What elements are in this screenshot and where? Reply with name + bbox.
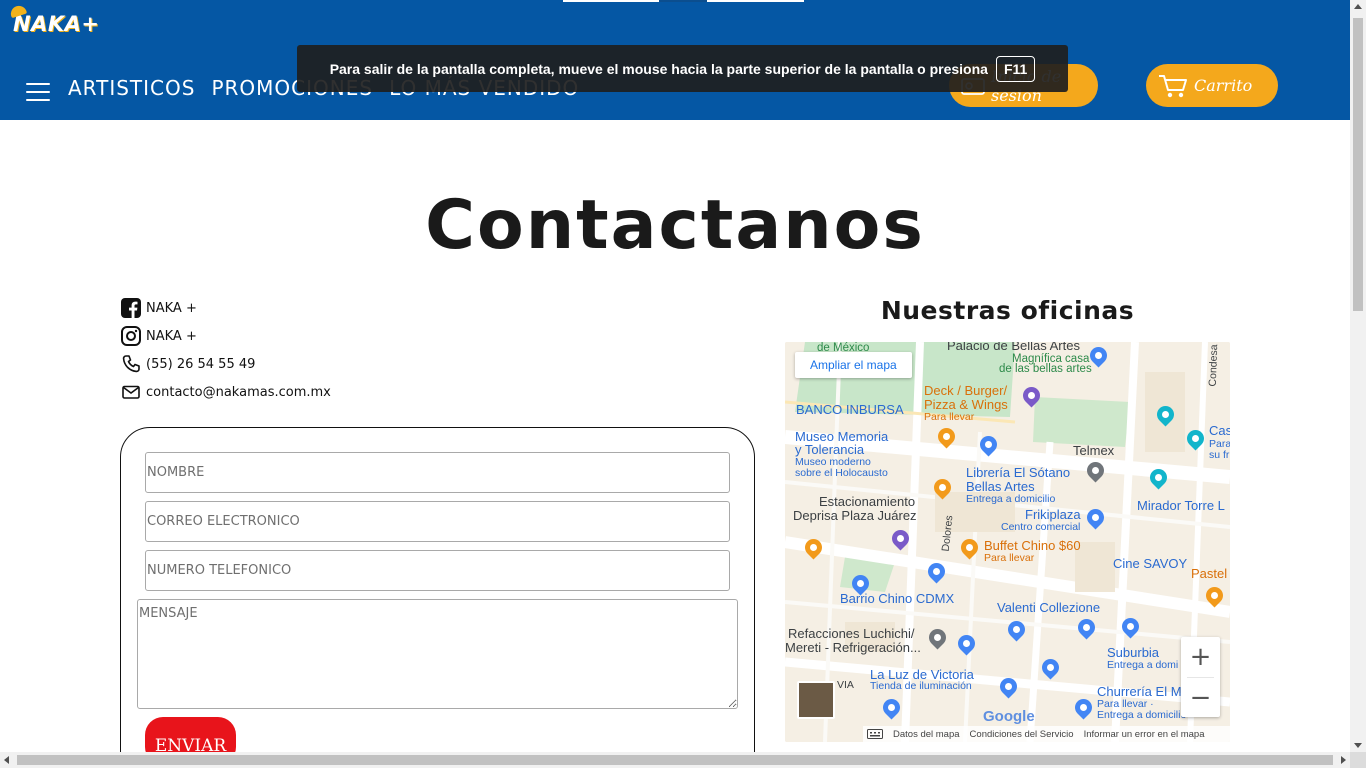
- phone-icon: [122, 355, 140, 373]
- message-textarea[interactable]: [137, 599, 738, 709]
- map-terms-link[interactable]: Condiciones del Servicio: [970, 729, 1074, 740]
- cart-button[interactable]: Carrito: [1146, 64, 1278, 107]
- name-input[interactable]: [145, 452, 730, 493]
- streetview-thumbnail[interactable]: [797, 681, 835, 719]
- horizontal-scroll-thumb[interactable]: [17, 755, 1333, 765]
- map-label: Telmex: [1073, 443, 1115, 458]
- map-label: Refacciones Luchichi/: [788, 626, 915, 641]
- facebook-icon: [121, 298, 141, 318]
- map-label: Cine SAVOY: [1113, 556, 1188, 571]
- contact-phone-text: (55) 26 54 55 49: [146, 356, 256, 372]
- map-label: Para llevar: [924, 411, 975, 423]
- map-label: Librería El Sótano: [966, 465, 1071, 480]
- expand-map-button[interactable]: Ampliar el mapa: [795, 352, 912, 378]
- instagram-icon: [121, 326, 141, 346]
- map-label: y Tolerancia: [795, 442, 865, 457]
- map-report-link[interactable]: Informar un error en el mapa: [1084, 729, 1205, 740]
- contact-phone[interactable]: (55) 26 54 55 49: [121, 350, 331, 378]
- contact-list: NAKA + NAKA + (55) 26 54 55 49 contacto@…: [121, 294, 331, 406]
- map-label: Valenti Collezione: [997, 600, 1101, 615]
- vertical-scrollbar[interactable]: [1350, 0, 1366, 752]
- contact-form: ENVIAR: [120, 427, 755, 768]
- scroll-down-icon[interactable]: [1354, 743, 1362, 748]
- map-zoom-control: + −: [1181, 637, 1220, 717]
- map-footer: Datos del mapa Condiciones del Servicio …: [863, 726, 1230, 742]
- office-map[interactable]: Ampliar el mapa de México Palacio de Bel…: [785, 342, 1230, 742]
- map-data-link[interactable]: Datos del mapa: [893, 729, 960, 740]
- horizontal-scrollbar[interactable]: [0, 752, 1350, 768]
- contact-instagram-text: NAKA +: [146, 328, 197, 344]
- page: NAKA+ ARTISTICOS PROMOCIONES LO MÁS VEND…: [0, 0, 1366, 768]
- map-label: Mereti - Refrigeración...: [785, 640, 921, 655]
- vertical-scroll-thumb[interactable]: [1353, 18, 1363, 311]
- map-label: de las bellas artes: [999, 363, 1092, 375]
- nav-artisticos[interactable]: ARTISTICOS: [68, 76, 195, 100]
- map-label: Bellas Artes: [966, 479, 1035, 494]
- contact-email[interactable]: contacto@nakamas.com.mx: [121, 378, 331, 406]
- map-label: Churrería El Mo: [1097, 684, 1189, 699]
- email-input[interactable]: [145, 501, 730, 542]
- keyboard-icon[interactable]: [867, 729, 883, 739]
- map-label: Buffet Chino $60: [984, 538, 1081, 553]
- map-label: Palacio de Bellas Artes: [947, 342, 1080, 353]
- google-logo: Google: [983, 708, 1035, 725]
- scroll-right-icon[interactable]: [1341, 756, 1346, 764]
- top-indicator: [563, 0, 804, 2]
- mail-icon: [122, 385, 140, 399]
- map-label: Suburbia: [1107, 645, 1160, 660]
- scroll-left-icon[interactable]: [4, 756, 9, 764]
- map-label: Deprisa Plaza Juárez: [793, 508, 917, 523]
- fullscreen-message: Para salir de la pantalla completa, muev…: [329, 60, 988, 77]
- map-label: de México: [817, 342, 870, 354]
- map-label: Entrega a domicilio: [966, 493, 1056, 505]
- map-label: Deck / Burger/: [924, 383, 1008, 398]
- contact-instagram[interactable]: NAKA +: [121, 322, 331, 350]
- zoom-out-button[interactable]: −: [1181, 678, 1220, 718]
- contact-email-text: contacto@nakamas.com.mx: [146, 384, 331, 400]
- offices-title: Nuestras oficinas: [880, 296, 1135, 325]
- site-logo[interactable]: NAKA+: [8, 3, 100, 40]
- zoom-in-button[interactable]: +: [1181, 637, 1220, 677]
- map-label: Tienda de iluminación: [870, 680, 972, 692]
- page-title: Contactanos: [425, 186, 925, 265]
- map-label: Estacionamiento: [819, 494, 916, 509]
- fullscreen-notice: Para salir de la pantalla completa, muev…: [297, 45, 1068, 92]
- map-label: Centro comercial: [1001, 521, 1081, 533]
- scrollbar-corner: [1350, 752, 1366, 768]
- map-label: sobre el Holocausto: [795, 467, 888, 479]
- phone-input[interactable]: [145, 550, 730, 591]
- cart-icon: [1159, 74, 1187, 97]
- contact-facebook-text: NAKA +: [146, 300, 197, 316]
- site-header: NAKA+ ARTISTICOS PROMOCIONES LO MÁS VEND…: [0, 0, 1350, 120]
- map-label: Mirador Torre L: [1137, 498, 1225, 513]
- map-label: Pizza & Wings: [924, 397, 1008, 412]
- scroll-up-icon[interactable]: [1354, 4, 1362, 9]
- logo-text: NAKA+: [13, 12, 100, 36]
- contact-facebook[interactable]: NAKA +: [121, 294, 331, 322]
- map-label: Barrio Chino CDMX: [840, 591, 955, 606]
- map-label: su fr: [1209, 449, 1230, 461]
- fullscreen-key: F11: [995, 55, 1036, 82]
- map-label: VIA: [837, 679, 854, 691]
- map-label: Entrega a domicilio: [1097, 709, 1187, 721]
- map-label: Condesa: [1206, 344, 1221, 387]
- map-label: BANCO INBURSA: [796, 402, 904, 417]
- map-label: Cas: [1209, 423, 1230, 438]
- map-label: Pastel: [1191, 566, 1228, 581]
- map-label: Para llevar: [984, 552, 1035, 564]
- map-label: Entrega a domi: [1107, 659, 1179, 671]
- hamburger-menu-icon[interactable]: [26, 83, 50, 101]
- map-label: Frikiplaza: [1025, 507, 1081, 522]
- cart-label: Carrito: [1194, 76, 1253, 95]
